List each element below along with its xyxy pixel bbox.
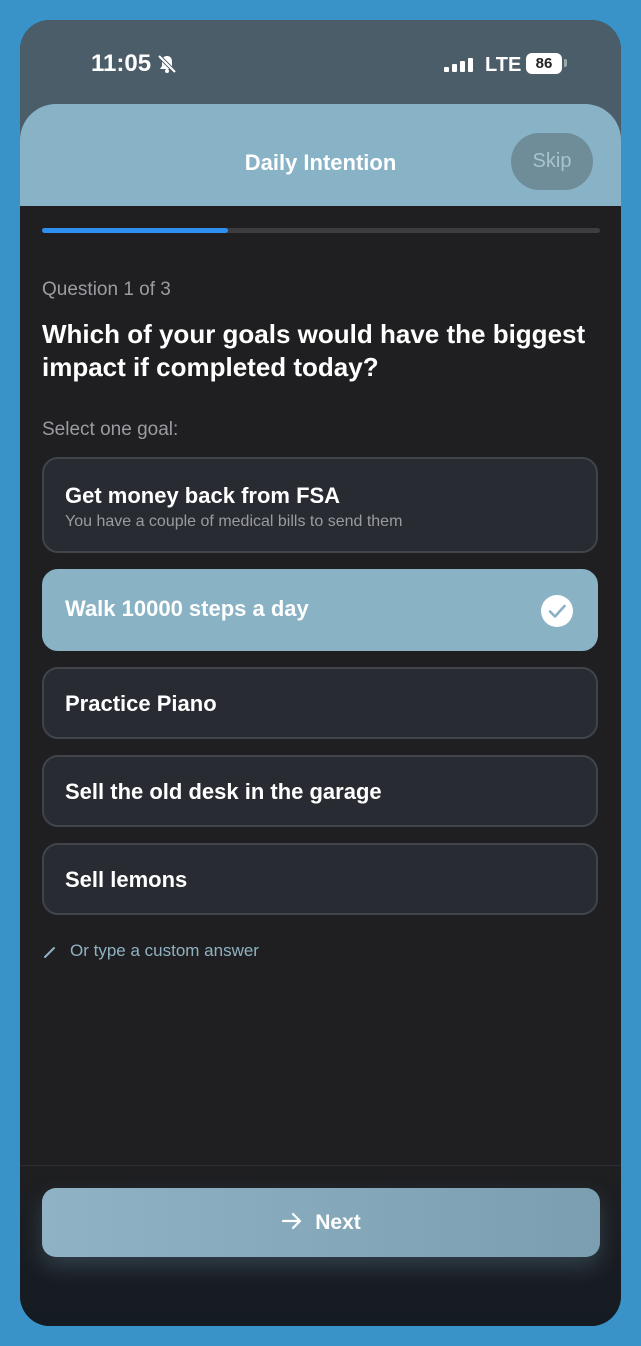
option-sell-lemons[interactable]: Sell lemons xyxy=(42,843,598,915)
progress-fill xyxy=(42,228,228,233)
check-circle-icon xyxy=(541,595,573,627)
option-title: Sell the old desk in the garage xyxy=(65,779,382,804)
option-practice-piano[interactable]: Practice Piano xyxy=(42,667,598,739)
question-count: Question 1 of 3 xyxy=(42,279,171,300)
question-text: Which of your goals would have the bigge… xyxy=(42,319,586,382)
option-title: Practice Piano xyxy=(65,691,217,716)
bell-slash-icon xyxy=(157,54,177,74)
header: Daily Intention Skip xyxy=(20,104,621,206)
option-get-money-back[interactable]: Get money back from FSA You have a coupl… xyxy=(42,457,598,553)
network-label: LTE xyxy=(485,54,522,76)
option-title: Sell lemons xyxy=(65,867,188,892)
option-walk-steps[interactable]: Walk 10000 steps a day xyxy=(42,569,598,651)
status-time: 11:05 xyxy=(91,50,152,77)
custom-answer-link[interactable]: Or type a custom answer xyxy=(70,941,259,961)
option-title: Get money back from FSA xyxy=(65,483,341,508)
option-title: Walk 10000 steps a day xyxy=(65,596,309,621)
arrow-right-icon xyxy=(282,1213,302,1230)
battery-icon: 86 xyxy=(526,53,562,74)
option-sell-desk[interactable]: Sell the old desk in the garage xyxy=(42,755,598,827)
phone-screen: 11:05 LTE 86 Daily Intention Skip Questi… xyxy=(20,20,621,1326)
pencil-icon xyxy=(44,947,55,958)
battery-tip xyxy=(564,59,567,67)
next-button[interactable]: Next xyxy=(42,1188,600,1257)
option-subtitle: You have a couple of medical bills to se… xyxy=(65,513,403,530)
signal-icon xyxy=(444,58,473,72)
skip-button[interactable]: Skip xyxy=(511,133,593,190)
select-hint: Select one goal: xyxy=(42,419,179,440)
next-button-label: Next xyxy=(315,1211,361,1234)
progress-bar xyxy=(42,228,600,233)
